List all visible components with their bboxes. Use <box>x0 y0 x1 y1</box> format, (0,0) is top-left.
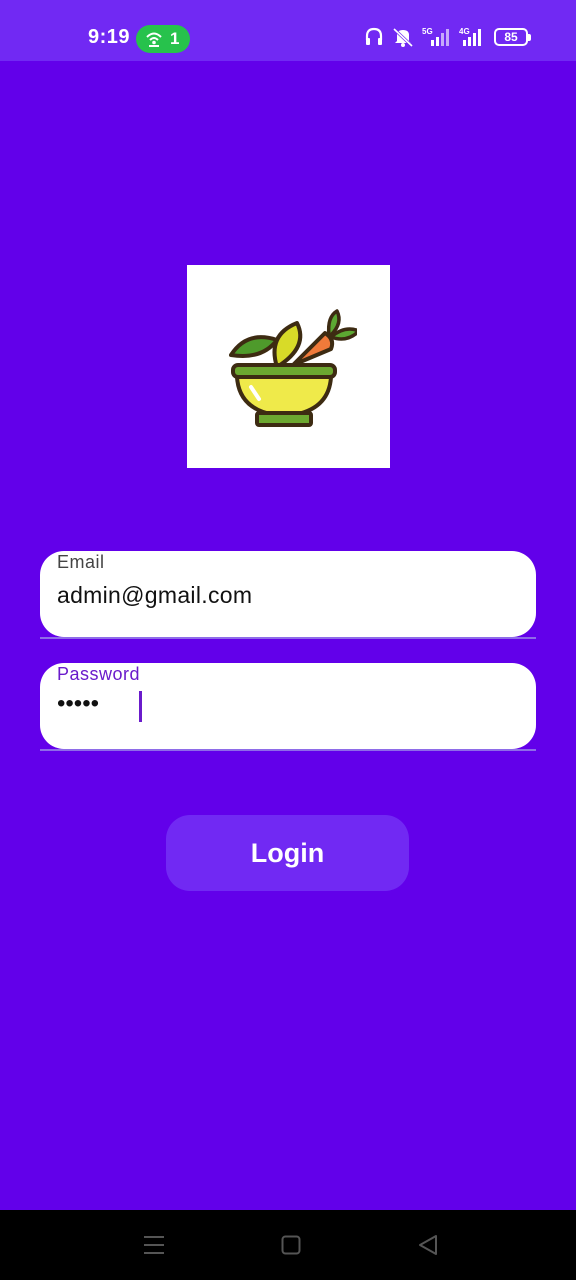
status-icons: 5G 4G 85 <box>364 26 536 48</box>
password-label: Password <box>57 664 141 684</box>
back-icon[interactable] <box>418 1234 438 1256</box>
svg-text:5G: 5G <box>422 27 433 36</box>
text-cursor <box>139 691 142 722</box>
login-button[interactable]: Login <box>166 815 409 891</box>
password-underline <box>40 749 536 751</box>
5g-signal-icon: 5G <box>422 27 449 46</box>
login-screen: 9:19 1 5G 4G 85 Email admin@gmail.com Pa… <box>0 0 576 1280</box>
password-field[interactable]: Password ••••• <box>40 663 536 751</box>
email-underline <box>40 637 536 639</box>
headphones-icon <box>365 27 383 45</box>
wifi-hotspot-icon <box>146 32 162 47</box>
4g-signal-icon: 4G <box>459 27 481 46</box>
email-field[interactable]: Email admin@gmail.com <box>40 551 536 639</box>
status-bar: 9:19 1 5G 4G 85 <box>0 0 576 61</box>
password-input[interactable]: ••••• <box>57 690 99 718</box>
hotspot-count: 1 <box>170 29 180 48</box>
hotspot-indicator: 1 <box>136 25 190 53</box>
salad-bowl-icon <box>229 309 357 427</box>
home-icon[interactable] <box>281 1234 301 1256</box>
email-label: Email <box>57 552 105 572</box>
recent-apps-icon[interactable] <box>143 1234 165 1256</box>
navigation-bar <box>0 1210 576 1280</box>
email-input[interactable]: admin@gmail.com <box>57 582 252 609</box>
battery-icon: 85 <box>494 28 531 46</box>
svg-text:4G: 4G <box>459 27 470 36</box>
app-logo <box>187 265 390 468</box>
mute-icon <box>392 27 414 48</box>
status-time: 9:19 <box>88 26 131 48</box>
